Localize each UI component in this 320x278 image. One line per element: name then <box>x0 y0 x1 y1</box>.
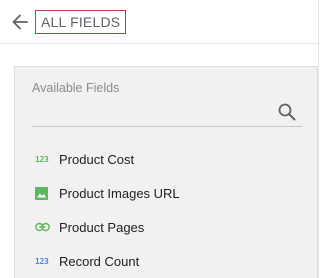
field-item-record-count[interactable]: 123 Record Count <box>29 248 309 274</box>
field-item-product-cost[interactable]: 123 Product Cost <box>29 146 309 172</box>
header: ALL FIELDS <box>0 0 318 44</box>
field-label: Product Images URL <box>59 185 180 201</box>
arrow-left-icon <box>12 14 28 30</box>
field-label: Product Pages <box>59 219 145 235</box>
field-item-product-pages[interactable]: Product Pages <box>29 214 309 240</box>
back-button[interactable] <box>10 12 30 32</box>
available-fields-label: Available Fields <box>32 81 120 95</box>
link-icon <box>29 218 51 236</box>
page-title: ALL FIELDS <box>35 10 127 34</box>
image-icon <box>29 184 51 202</box>
search-icon <box>278 103 296 121</box>
field-label: Record Count <box>59 253 140 269</box>
number-icon: 123 <box>35 256 49 266</box>
number-icon: 123 <box>35 154 49 164</box>
field-search-input[interactable] <box>32 101 302 127</box>
vertical-divider <box>318 0 319 278</box>
field-item-product-images-url[interactable]: Product Images URL <box>29 180 309 206</box>
search-button[interactable] <box>277 102 297 122</box>
available-fields-panel: Available Fields 123 Product Cost Produc… <box>14 66 318 278</box>
all-fields-panel: ALL FIELDS Available Fields 123 Product … <box>0 0 319 278</box>
field-label: Product Cost <box>59 151 135 167</box>
